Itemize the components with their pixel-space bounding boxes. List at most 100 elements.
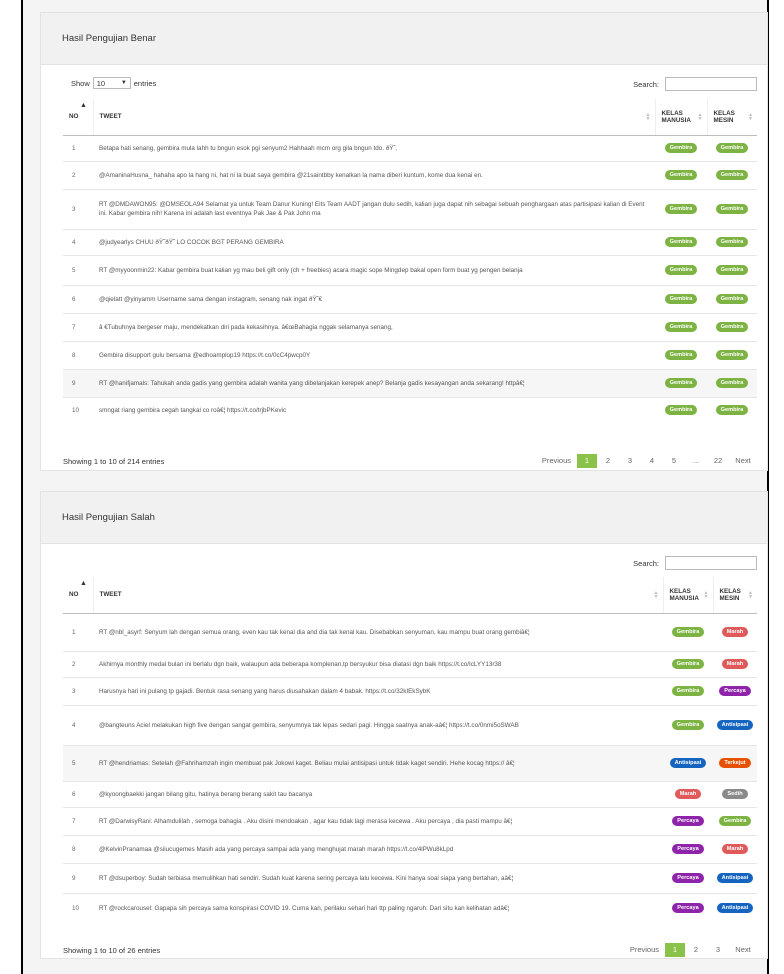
pagination-previous[interactable]: Previous <box>536 454 577 468</box>
wrong-results-table: NO ▲ TWEET ▲ ▼ KELAS MANUSIA ▲ ▼ KELAS MESIN… <box>63 577 757 923</box>
row-number-cell: 2 <box>63 160 93 189</box>
kelas-manusia-badge-cell: Gembira <box>655 368 707 397</box>
column-header-no[interactable]: NO ▲ <box>63 99 93 136</box>
column-header-kelas-mesin[interactable]: KELAS MESIN ▲ ▼ <box>712 577 757 614</box>
kelas-mesin-badge: Gembira <box>715 265 749 275</box>
kelas-manusia-badge-cell: Gembira <box>655 228 707 255</box>
kelas-manusia-badge: Gembira <box>664 294 698 304</box>
kelas-mesin-badge: Gembira <box>718 816 752 826</box>
table-row: 1 Betapa hati senang, gembira mula lahh t… <box>63 134 757 161</box>
table-controls: Search: <box>41 544 767 570</box>
tweet-text-cell: RT @hendriamas: Setelah @Fahrihamzah ing… <box>93 744 663 781</box>
entries-length-control: Show 10 ▼ entries <box>71 77 156 89</box>
table-row: 8 @KelvinPranamaa @siiucugemes Masih ada … <box>63 834 757 863</box>
kelas-mesin-badge: Gembira <box>715 170 749 180</box>
column-header-kelas-mesin[interactable]: KELAS MESIN ▲ ▼ <box>706 99 757 136</box>
kelas-manusia-badge: Percaya <box>672 903 704 914</box>
table-row: 7â €Tubuhnya bergeser maju, mendekatkan … <box>63 312 757 341</box>
kelas-mesin-badge-cell: Marah <box>713 612 757 651</box>
column-header-tweet[interactable]: TWEET ▲ ▼ <box>92 99 655 136</box>
column-header-kelas-manusia[interactable]: KELAS MANUSIA ▲ ▼ <box>662 577 713 614</box>
search-input[interactable] <box>665 77 757 91</box>
panel-title: Hasil Pengujian Benar <box>62 33 157 44</box>
table-row: 5 RT @hendriamas: Setelah @Fahrihamzah in… <box>63 744 757 781</box>
pagination-page-4[interactable]: 4 <box>641 454 663 468</box>
tweet-text-cell: @bangteuns Aciel melakukan high five den… <box>93 704 663 745</box>
kelas-mesin-badge: Gembira <box>715 322 749 332</box>
search-input[interactable] <box>665 556 757 570</box>
pagination-page-2[interactable]: 2 <box>597 454 619 468</box>
kelas-manusia-badge: Percaya <box>672 873 704 883</box>
kelas-mesin-badge-cell: Sedih <box>713 780 757 807</box>
pagination-next[interactable]: Next <box>729 454 757 468</box>
row-number-cell: 6 <box>63 284 93 313</box>
row-number-cell: 10 <box>63 396 93 423</box>
pagination-page-5[interactable]: 5 <box>663 454 685 468</box>
pagination-page-3[interactable]: 3 <box>619 454 641 468</box>
panel-title: Hasil Pengujian Salah <box>62 512 155 523</box>
table-row: 4 @judyearlys CHUU ðŸ˜­ðŸ˜­ LO COCOK BGT … <box>63 228 757 255</box>
tweet-text-cell: Akhirnya monthly medal bulan ini berlalu… <box>93 650 663 677</box>
kelas-manusia-badge-cell: Marah <box>663 780 713 807</box>
kelas-manusia-badge-cell: Percaya <box>663 806 713 835</box>
pagination-next[interactable]: Next <box>729 943 757 957</box>
pagination-page-3[interactable]: 3 <box>707 943 729 957</box>
kelas-mesin-badge-cell: Marah <box>713 650 757 677</box>
sort-arrows-icon: ▲ ▼ <box>748 589 753 600</box>
row-number-cell: 5 <box>63 744 93 781</box>
tweet-text-cell: RT @rockcarousel: Gapapa sih percaya sam… <box>93 892 663 923</box>
pagination-page-22[interactable]: 22 <box>707 454 729 468</box>
kelas-manusia-badge-cell: Gembira <box>663 650 713 677</box>
kelas-manusia-badge-cell: Gembira <box>655 340 707 369</box>
sort-asc-icon: ▲ <box>80 102 87 109</box>
tweet-text-cell: RT @DMDAWON95: @DMSEOLA94 Selamat ya unt… <box>93 188 655 229</box>
kelas-mesin-badge-cell: Percaya <box>713 676 757 705</box>
tweet-text-cell: @kyoongbaekki jangan bilang gitu, hatiny… <box>93 780 663 807</box>
entries-select-value: 10 <box>96 78 106 88</box>
pagination-previous[interactable]: Previous <box>624 943 665 957</box>
row-number-cell: 2 <box>63 650 93 677</box>
kelas-mesin-badge-cell: Gembira <box>707 254 757 285</box>
kelas-mesin-badge: Percaya <box>719 686 751 696</box>
table-row: 5 RT @myyoonmin22: Kabar gembira buat kal… <box>63 254 757 285</box>
kelas-mesin-badge: Marah <box>721 627 749 637</box>
sort-arrows-icon: ▲ ▼ <box>645 111 651 122</box>
column-header-kelas-manusia[interactable]: KELAS MANUSIA ▲ ▼ <box>654 99 707 136</box>
kelas-manusia-badge: Gembira <box>664 143 698 153</box>
kelas-manusia-badge: Gembira <box>671 627 705 637</box>
table-row: 3 RT @DMDAWON95: @DMSEOLA94 Selamat ya un… <box>63 188 757 229</box>
kelas-manusia-badge: Gembira <box>664 265 698 275</box>
kelas-mesin-badge-cell: Gembira <box>707 368 757 397</box>
table-row: 9 RT @dsuperboy: Sudah terbiasa memulihka… <box>63 862 757 893</box>
table-row: 1 RT @nbl_asyrf: Senyum lah dengan semua … <box>63 612 757 651</box>
pagination-page-2[interactable]: 2 <box>685 943 707 957</box>
pagination-page-1[interactable]: 1 <box>665 943 685 957</box>
tweet-text-cell: Betapa hati senang, gembira mula lahh tu… <box>93 134 655 161</box>
sort-arrows-icon: ▲ ▼ <box>748 111 753 122</box>
table-row: 6 @kyoongbaekki jangan bilang gitu, hatin… <box>63 780 757 807</box>
entries-label: entries <box>133 78 157 88</box>
sort-asc-icon: ▲ <box>80 580 87 587</box>
kelas-manusia-badge-cell: Gembira <box>655 188 707 229</box>
column-header-tweet[interactable]: TWEET ▲ ▼ <box>92 577 663 614</box>
kelas-mesin-badge: Gembira <box>715 143 749 153</box>
pagination-ellipsis: ... <box>692 456 700 465</box>
kelas-mesin-badge: Gembira <box>715 237 749 247</box>
kelas-mesin-badge: Antisipasi <box>716 903 754 914</box>
kelas-mesin-badge: Marah <box>721 659 749 669</box>
kelas-mesin-badge-cell: Gembira <box>707 134 757 161</box>
kelas-mesin-badge: Antisipasi <box>716 873 754 883</box>
tweet-text-cell: smngat riang gembira cegah tangkal co ro… <box>93 396 655 423</box>
kelas-manusia-badge-cell: Antisipasi <box>663 744 713 781</box>
kelas-manusia-badge-cell: Gembira <box>655 284 707 313</box>
kelas-manusia-badge: Gembira <box>671 659 705 669</box>
pagination: Previous 1 2 3 Next <box>624 943 757 957</box>
entries-select[interactable]: 10 ▼ <box>92 77 131 89</box>
pagination-page-1[interactable]: 1 <box>577 454 597 468</box>
kelas-mesin-badge: Gembira <box>715 350 749 360</box>
column-header-no[interactable]: NO ▲ <box>63 577 93 614</box>
tweet-text-cell: Harusnya hari ini pulang tp gajadi. Bent… <box>93 676 663 705</box>
kelas-mesin-badge-cell: Gembira <box>713 806 757 835</box>
row-number-cell: 4 <box>63 704 93 745</box>
table-row: 10 RT @rockcarousel: Gapapa sih percaya s… <box>63 892 757 923</box>
